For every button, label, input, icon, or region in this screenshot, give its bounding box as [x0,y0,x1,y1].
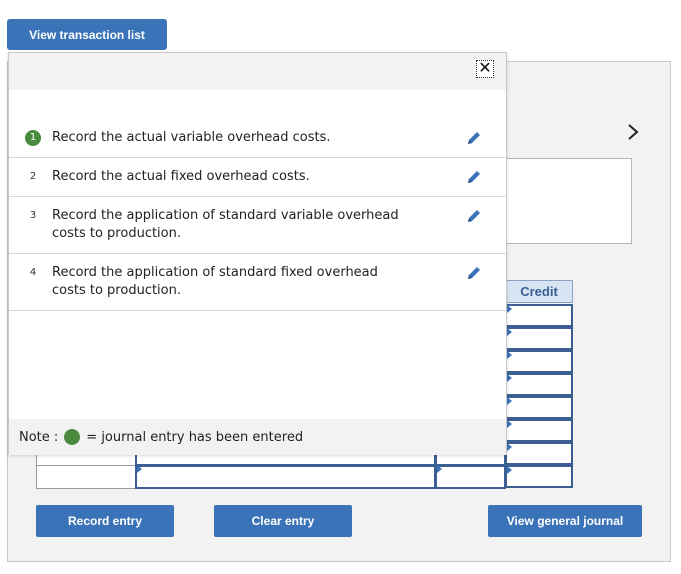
date-cell[interactable] [36,465,136,489]
credit-dropdown-marker [507,374,512,382]
credit-column-header: Credit [505,280,573,303]
credit-dropdown-marker [507,328,512,336]
close-icon[interactable]: ✕ [476,60,494,78]
debit-cell[interactable] [435,454,506,466]
task-number-completed: 1 [25,130,41,146]
record-entry-button[interactable]: Record entry [36,505,174,537]
credit-dropdown-marker [507,420,512,428]
debit-dropdown-marker [437,465,442,473]
credit-dropdown-marker [507,351,512,359]
credit-dropdown-marker [507,305,512,313]
pencil-edit-icon[interactable] [465,207,483,225]
note-text: = journal entry has been entered [86,429,304,445]
task-text: Record the actual fixed overhead costs. [52,169,310,184]
account-title-cell[interactable] [135,454,436,466]
credit-cell[interactable] [505,373,573,396]
credit-cell[interactable] [505,442,573,465]
credit-cell[interactable] [505,350,573,373]
transaction-list-popup: ✕ 1 Record the actual variable overhead … [8,52,507,455]
note-prefix: Note : [19,429,59,445]
credit-dropdown-marker [507,466,512,474]
account-dropdown-marker [137,465,142,473]
task-number: 2 [29,171,37,182]
credit-cell[interactable] [505,419,573,442]
task-text: Record the application of standard varia… [52,208,399,241]
view-transaction-list-button[interactable]: View transaction list [7,19,167,50]
task-item[interactable]: 3 Record the application of standard var… [9,197,506,254]
completed-status-dot-icon [64,429,81,445]
credit-cell[interactable] [505,465,573,488]
task-number: 4 [29,267,37,278]
debit-cell[interactable] [435,465,506,489]
view-general-journal-button[interactable]: View general journal [488,505,642,537]
next-chevron-icon[interactable] [623,122,643,142]
task-text: Record the actual variable overhead cost… [52,130,331,145]
pencil-edit-icon[interactable] [465,264,483,282]
credit-cell[interactable] [505,396,573,419]
credit-cell[interactable] [505,304,573,327]
credit-cell[interactable] [505,327,573,350]
transaction-description-box [505,158,632,244]
pencil-edit-icon[interactable] [465,168,483,186]
clear-entry-button[interactable]: Clear entry [214,505,352,537]
legend-note: Note : = journal entry has been entered [9,419,506,455]
account-title-cell[interactable] [135,465,436,489]
task-text: Record the application of standard fixed… [52,265,378,298]
date-cell[interactable] [36,454,136,466]
task-item[interactable]: 1 Record the actual variable overhead co… [9,119,506,158]
pencil-edit-icon[interactable] [465,129,483,147]
task-item[interactable]: 4 Record the application of standard fix… [9,254,506,311]
popup-header [9,53,506,90]
credit-dropdown-marker [507,397,512,405]
task-number: 3 [29,210,37,221]
credit-dropdown-marker [507,443,512,451]
task-item[interactable]: 2 Record the actual fixed overhead costs… [9,158,506,197]
